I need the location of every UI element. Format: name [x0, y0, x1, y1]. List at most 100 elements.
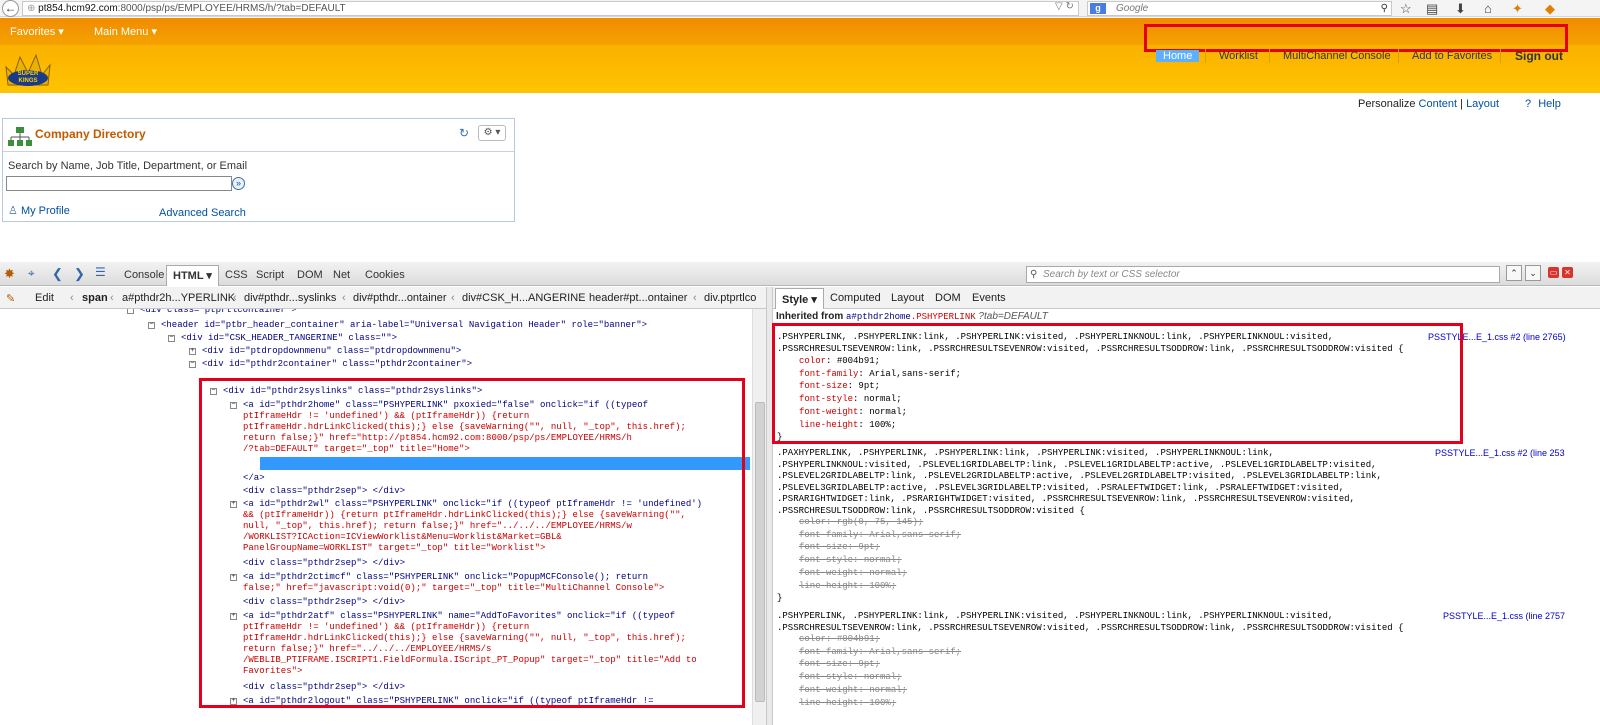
css-property-line[interactable]: font-weight: normal;: [799, 568, 907, 580]
side-tab-events[interactable]: Events: [972, 292, 1006, 304]
home-icon[interactable]: ⌂: [1484, 0, 1492, 17]
browser-toolbar: ← ⊕ pt854.hcm92.com:8000/psp/ps/EMPLOYEE…: [0, 0, 1600, 17]
collapse-node-icon[interactable]: −: [148, 322, 155, 329]
addon2-icon[interactable]: ◆: [1545, 0, 1555, 17]
nav-home-link[interactable]: Home: [1156, 50, 1200, 62]
side-tab-style[interactable]: Style ▾: [775, 288, 824, 309]
tab-css[interactable]: CSS: [225, 269, 248, 281]
search-next-icon[interactable]: ⌄: [1525, 265, 1541, 281]
html-pane-scrollbar[interactable]: [752, 309, 766, 725]
star-icon[interactable]: ☆: [1400, 0, 1412, 17]
command-line-icon[interactable]: ☰: [95, 265, 106, 279]
css-property-line[interactable]: color: #004b91;: [799, 634, 880, 646]
web-search-field[interactable]: g Google ⚲: [1087, 1, 1392, 16]
html-node-line[interactable]: <div id="pthdr2container" class="pthdr2c…: [202, 359, 472, 370]
back-arrow-icon[interactable]: ←: [2, 0, 19, 17]
nav-signout-link[interactable]: Sign out: [1515, 49, 1563, 63]
inspect-icon[interactable]: ⌖: [28, 266, 35, 281]
advanced-search-link[interactable]: Advanced Search: [159, 207, 246, 219]
personalize-label: Personalize: [1358, 98, 1416, 110]
collapse-node-icon[interactable]: −: [127, 309, 134, 314]
nav-forward-icon[interactable]: ❯: [74, 266, 85, 282]
minimize-icon[interactable]: ▭: [1548, 267, 1559, 278]
collapse-node-icon[interactable]: −: [168, 335, 175, 342]
personalize-content-link[interactable]: Content: [1419, 98, 1458, 110]
collapse-node-icon[interactable]: −: [189, 361, 196, 368]
download-icon[interactable]: ⬇: [1455, 0, 1466, 17]
nav-worklist-link[interactable]: Worklist: [1219, 50, 1258, 62]
html-node-line[interactable]: <header id="ptbr_header_container" aria-…: [161, 320, 647, 331]
tab-html[interactable]: HTML ▾: [166, 265, 219, 286]
main-menu[interactable]: Main Menu ▾: [94, 25, 157, 38]
firebug-bug-icon[interactable]: ✸: [4, 266, 15, 282]
tab-dom[interactable]: DOM: [297, 269, 323, 281]
help-link[interactable]: ? Help: [1525, 98, 1561, 110]
html-node-line[interactable]: <div id="CSK_HEADER_TANGERINE" class="">: [181, 333, 397, 344]
url-path: :8000/psp/ps/EMPLOYEE/HRMS/h/?tab=DEFAUL…: [117, 3, 346, 14]
css-selector-line[interactable]: .PSLEVEL3GRIDLABELTP:active, .PSLEVEL3GR…: [777, 483, 1344, 495]
html-node-line[interactable]: <div id="ptdropdownmenu" class="ptdropdo…: [202, 346, 461, 357]
breadcrumb-scroll-icon[interactable]: ‹: [70, 292, 74, 304]
tab-net[interactable]: Net: [333, 269, 350, 281]
css-property-line[interactable]: font-style: normal;: [799, 555, 902, 567]
firebug-search-input[interactable]: ⚲ Search by text or CSS selector: [1026, 266, 1500, 283]
nav-back-icon[interactable]: ❮: [52, 266, 63, 282]
css-property-line[interactable]: font-style: normal;: [799, 672, 902, 684]
address-bar[interactable]: ⊕ pt854.hcm92.com:8000/psp/ps/EMPLOYEE/H…: [22, 1, 1079, 16]
css-property-line[interactable]: line-height: 100%;: [799, 581, 896, 593]
css-selector-line[interactable]: .PSHYPERLINKNOUL:visited, .PSLEVEL1GRIDL…: [777, 460, 1377, 472]
breadcrumb-item[interactable]: div.ptprtlco: [704, 292, 756, 304]
breadcrumb-item[interactable]: header#pt...ontainer: [589, 292, 687, 304]
breadcrumb-item[interactable]: div#pthdr...ontainer: [353, 292, 447, 304]
nav-add-favorites-link[interactable]: Add to Favorites: [1412, 50, 1492, 62]
favorites-menu[interactable]: Favorites ▾: [10, 25, 64, 38]
directory-search-go-icon[interactable]: »: [232, 177, 245, 190]
breadcrumb-item[interactable]: a#pthdr2h...YPERLINK: [122, 292, 235, 304]
css-property-line[interactable]: font-weight: normal;: [799, 685, 907, 697]
css-property-line[interactable]: font-family: Arial,sans-serif;: [799, 647, 961, 659]
breadcrumb-item[interactable]: div#pthdr...syslinks: [244, 292, 336, 304]
css-property-line[interactable]: font-family: Arial,sans-serif;: [799, 530, 961, 542]
css-selector-line[interactable]: .PSRARIGHTWIDGET:link, .PSRARIGHTWIDGET:…: [777, 494, 1355, 506]
edit-icon[interactable]: ✎: [6, 292, 15, 305]
css-selector-line[interactable]: .PSSRCHRESULTSEVENROW:link, .PSSRCHRESUL…: [777, 623, 1404, 635]
tab-console[interactable]: Console: [124, 269, 164, 281]
search-prev-icon[interactable]: ⌃: [1506, 265, 1522, 281]
css-selector-line[interactable]: .PSLEVEL2GRIDLABELTP:link, .PSLEVEL2GRID…: [777, 471, 1382, 483]
css-property-line[interactable]: line-height: 100%;: [799, 698, 896, 710]
css-selector-line[interactable]: .PSHYPERLINK, .PSHYPERLINK:link, .PSHYPE…: [777, 611, 1333, 623]
side-tab-dom[interactable]: DOM: [935, 292, 961, 304]
pagelet-settings-gear-icon[interactable]: ⚙ ▾: [478, 125, 506, 141]
side-tab-layout[interactable]: Layout: [891, 292, 924, 304]
refresh-icon[interactable]: ↻: [459, 126, 469, 140]
breadcrumb-item[interactable]: span: [82, 292, 108, 304]
google-engine-icon[interactable]: g: [1090, 3, 1106, 14]
directory-search-input[interactable]: [6, 176, 232, 191]
search-icon[interactable]: ⚲: [1381, 2, 1388, 15]
edit-button[interactable]: Edit: [35, 292, 54, 304]
my-profile-link[interactable]: ♙ My Profile: [8, 204, 70, 217]
bookmarks-icon[interactable]: ▤: [1426, 0, 1438, 17]
css-property-line[interactable]: font-size: 9pt;: [799, 659, 880, 671]
nav-multichannel-link[interactable]: MultiChannel Console: [1283, 50, 1391, 62]
css-selector-line[interactable]: .PSSRCHRESULTSODDROW:link, .PSSRCHRESULT…: [777, 506, 1085, 518]
reload-icon[interactable]: ▽ ↻: [1055, 1, 1074, 12]
my-profile-label: My Profile: [20, 205, 70, 217]
breadcrumb-item[interactable]: div#CSK_H...ANGERINE: [462, 292, 585, 304]
css-property-line[interactable]: color: rgb(0, 75, 145);: [799, 517, 923, 529]
tab-script[interactable]: Script: [256, 269, 284, 281]
css-selector-line[interactable]: .PAXHYPERLINK, .PSHYPERLINK, .PSHYPERLIN…: [777, 448, 1274, 460]
inherited-element[interactable]: a#pthdr2home: [846, 312, 911, 322]
html-node-line[interactable]: <div class="ptprtlcontainer">: [140, 309, 297, 316]
org-chart-icon: [7, 126, 33, 148]
css-property-line[interactable]: font-size: 9pt;: [799, 542, 880, 554]
tab-cookies[interactable]: Cookies: [365, 269, 405, 281]
expand-node-icon[interactable]: +: [189, 348, 196, 355]
css-source-link[interactable]: PSSTYLE...E_1.css #2 (line 253: [1435, 448, 1565, 458]
personalize-layout-link[interactable]: Layout: [1466, 98, 1499, 110]
scrollbar-thumb[interactable]: [755, 402, 765, 702]
css-source-link[interactable]: PSSTYLE...E_1.css (line 2757: [1443, 611, 1565, 621]
addon-icon[interactable]: ✦: [1512, 0, 1523, 17]
side-tab-computed[interactable]: Computed: [830, 292, 881, 304]
close-icon[interactable]: ✕: [1562, 267, 1573, 278]
